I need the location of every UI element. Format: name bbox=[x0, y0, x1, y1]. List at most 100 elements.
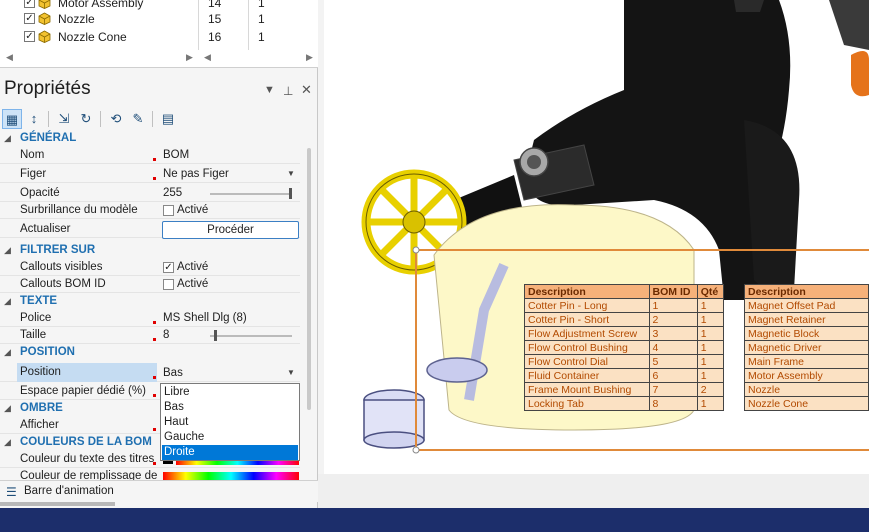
category-label: COULEURS DE LA BOM bbox=[20, 436, 152, 448]
checkbox-icon[interactable]: ✓ bbox=[24, 31, 35, 42]
dropdown-arrow-icon[interactable]: ▼ bbox=[287, 169, 295, 178]
bom-row[interactable]: Magnetic Driver bbox=[744, 340, 869, 355]
bom-callouts-checkbox[interactable] bbox=[163, 279, 174, 290]
property-pages-icon[interactable]: ▤ bbox=[158, 109, 178, 129]
opacity-value[interactable]: 255 bbox=[163, 186, 182, 201]
prop-row-figer[interactable]: Figer Ne pas Figer ▼ bbox=[0, 166, 300, 183]
bom-row[interactable]: Magnetic Block bbox=[744, 326, 869, 341]
category-text[interactable]: ◢ TEXTE bbox=[0, 293, 300, 310]
bom-cell: 1 bbox=[696, 368, 725, 383]
collapse-icon[interactable]: ◢ bbox=[4, 403, 11, 414]
category-label: FILTRER SUR bbox=[20, 244, 96, 256]
position-select[interactable]: Bas bbox=[163, 366, 183, 381]
bom-row[interactable]: Main Frame bbox=[744, 354, 869, 369]
color-picker-bar[interactable] bbox=[163, 472, 299, 480]
bom-table[interactable]: Description Magnet Offset Pad Magnet Ret… bbox=[744, 284, 869, 411]
highlight-checkbox[interactable] bbox=[163, 205, 174, 216]
proceed-button[interactable]: Procéder bbox=[162, 221, 299, 239]
pin-icon[interactable]: ⊥ bbox=[283, 84, 293, 98]
prop-row-couleur-remplissage[interactable]: Couleur de remplissage de bbox=[0, 468, 300, 480]
bom-row[interactable]: Flow Control Bushing 4 1 bbox=[524, 340, 725, 355]
bom-row[interactable]: Nozzle Cone bbox=[744, 396, 869, 411]
dropdown-option[interactable]: Bas bbox=[162, 400, 298, 415]
dropdown-option-selected[interactable]: Droite bbox=[162, 445, 298, 460]
bom-row[interactable]: Magnet Offset Pad bbox=[744, 298, 869, 313]
collapse-icon[interactable]: ◢ bbox=[4, 437, 11, 448]
bom-row[interactable]: Locking Tab 8 1 bbox=[524, 396, 725, 411]
prop-row-surbrillance[interactable]: Surbrillance du modèle Activé bbox=[0, 202, 300, 219]
slider-thumb[interactable] bbox=[214, 330, 217, 341]
bom-row[interactable]: Flow Adjustment Screw 3 1 bbox=[524, 326, 725, 341]
checkbox-icon[interactable]: ✓ bbox=[24, 13, 35, 24]
opacity-slider[interactable] bbox=[210, 193, 292, 195]
bom-row[interactable]: Nozzle bbox=[744, 382, 869, 397]
checkbox-icon[interactable]: ✓ bbox=[24, 0, 35, 8]
prop-label: Police bbox=[20, 312, 52, 324]
prop-row-police[interactable]: Police MS Shell Dlg (8) bbox=[0, 310, 300, 327]
scroll-left-icon[interactable]: ◀ bbox=[204, 52, 211, 66]
category-label: GÉNÉRAL bbox=[20, 132, 77, 144]
scroll-right-icon[interactable]: ▶ bbox=[306, 52, 313, 66]
bom-row[interactable]: Magnet Retainer bbox=[744, 312, 869, 327]
sort-alpha-icon[interactable]: ↕ bbox=[24, 109, 44, 129]
expand-icon[interactable]: ⇲ bbox=[54, 109, 74, 129]
category-general[interactable]: ◢ GÉNÉRAL bbox=[0, 130, 300, 147]
prop-row-callouts-bom[interactable]: Callouts BOM ID Activé bbox=[0, 276, 300, 293]
collapse-icon[interactable]: ◢ bbox=[4, 245, 11, 256]
bom-cell: 1 bbox=[696, 396, 725, 411]
3d-viewport[interactable]: Description BOM ID Qté Cotter Pin - Long… bbox=[324, 0, 869, 474]
column-divider[interactable] bbox=[248, 0, 249, 50]
bom-cell: Motor Assembly bbox=[744, 368, 869, 383]
bom-row[interactable]: Motor Assembly bbox=[744, 368, 869, 383]
dropdown-arrow-icon[interactable]: ▼ bbox=[287, 368, 295, 377]
prop-row-nom[interactable]: Nom BOM bbox=[0, 147, 300, 164]
dropdown-option[interactable]: Haut bbox=[162, 415, 298, 430]
size-value[interactable]: 8 bbox=[163, 328, 169, 343]
name-value[interactable]: BOM bbox=[163, 148, 189, 163]
bom-row[interactable]: Cotter Pin - Long 1 1 bbox=[524, 298, 725, 313]
prop-row-opacite[interactable]: Opacité 255 bbox=[0, 185, 300, 202]
refresh-icon[interactable]: ↻ bbox=[76, 109, 96, 129]
bom-cell: 5 bbox=[648, 354, 698, 369]
vertical-scrollbar[interactable] bbox=[307, 148, 311, 410]
prop-row-position[interactable]: Position Bas ▼ bbox=[0, 362, 300, 382]
bom-row[interactable]: Fluid Container 6 1 bbox=[524, 368, 725, 383]
prop-label: Espace papier dédié (%) bbox=[20, 385, 146, 397]
slider-thumb[interactable] bbox=[289, 188, 292, 199]
bom-row[interactable]: Cotter Pin - Short 2 1 bbox=[524, 312, 725, 327]
cube-icon bbox=[38, 12, 51, 25]
close-icon[interactable]: ✕ bbox=[301, 82, 312, 98]
scroll-left-icon[interactable]: ◀ bbox=[6, 52, 13, 66]
bom-cell: 4 bbox=[648, 340, 698, 355]
category-filter[interactable]: ◢ FILTRER SUR bbox=[0, 242, 300, 259]
bom-table[interactable]: Description BOM ID Qté Cotter Pin - Long… bbox=[524, 284, 725, 411]
dropdown-option[interactable]: Libre bbox=[162, 385, 298, 400]
categorized-view-icon[interactable]: ▦ bbox=[2, 109, 22, 129]
horizontal-scrollbar[interactable] bbox=[0, 502, 115, 506]
prop-row-taille[interactable]: Taille 8 bbox=[0, 327, 300, 344]
prop-row-actualiser[interactable]: Actualiser Procéder bbox=[0, 221, 300, 239]
visible-callouts-checkbox[interactable]: ✓ bbox=[163, 262, 174, 273]
reset-icon[interactable]: ⟲ bbox=[106, 109, 126, 129]
animation-bar[interactable]: ☰ Barre d'animation bbox=[0, 480, 318, 502]
collapse-icon[interactable]: ◢ bbox=[4, 347, 11, 358]
chevron-down-icon[interactable]: ▼ bbox=[264, 84, 275, 96]
font-value[interactable]: MS Shell Dlg (8) bbox=[163, 311, 247, 326]
collapse-icon[interactable]: ◢ bbox=[4, 296, 11, 307]
freeze-select[interactable]: Ne pas Figer bbox=[163, 167, 229, 182]
bom-row[interactable]: Flow Control Dial 5 1 bbox=[524, 354, 725, 369]
checkbox-label: Activé bbox=[177, 278, 209, 290]
prop-label: Couleur de remplissage de bbox=[20, 470, 158, 480]
size-slider[interactable] bbox=[210, 335, 292, 337]
column-divider[interactable] bbox=[198, 0, 199, 50]
bom-row[interactable]: Frame Mount Bushing 7 2 bbox=[524, 382, 725, 397]
collapse-icon[interactable]: ◢ bbox=[4, 133, 11, 144]
category-position[interactable]: ◢ POSITION bbox=[0, 344, 300, 361]
tree-row[interactable]: ✓ Nozzle 15 1 bbox=[0, 10, 318, 28]
dropdown-option[interactable]: Gauche bbox=[162, 430, 298, 445]
eyedropper-icon[interactable]: ✎ bbox=[128, 109, 148, 129]
scroll-right-icon[interactable]: ▶ bbox=[186, 52, 193, 66]
bom-cell: Cotter Pin - Long bbox=[524, 298, 650, 313]
tree-row[interactable]: ✓ Nozzle Cone 16 1 bbox=[0, 28, 318, 46]
prop-row-callouts-visibles[interactable]: Callouts visibles ✓ Activé bbox=[0, 259, 300, 276]
